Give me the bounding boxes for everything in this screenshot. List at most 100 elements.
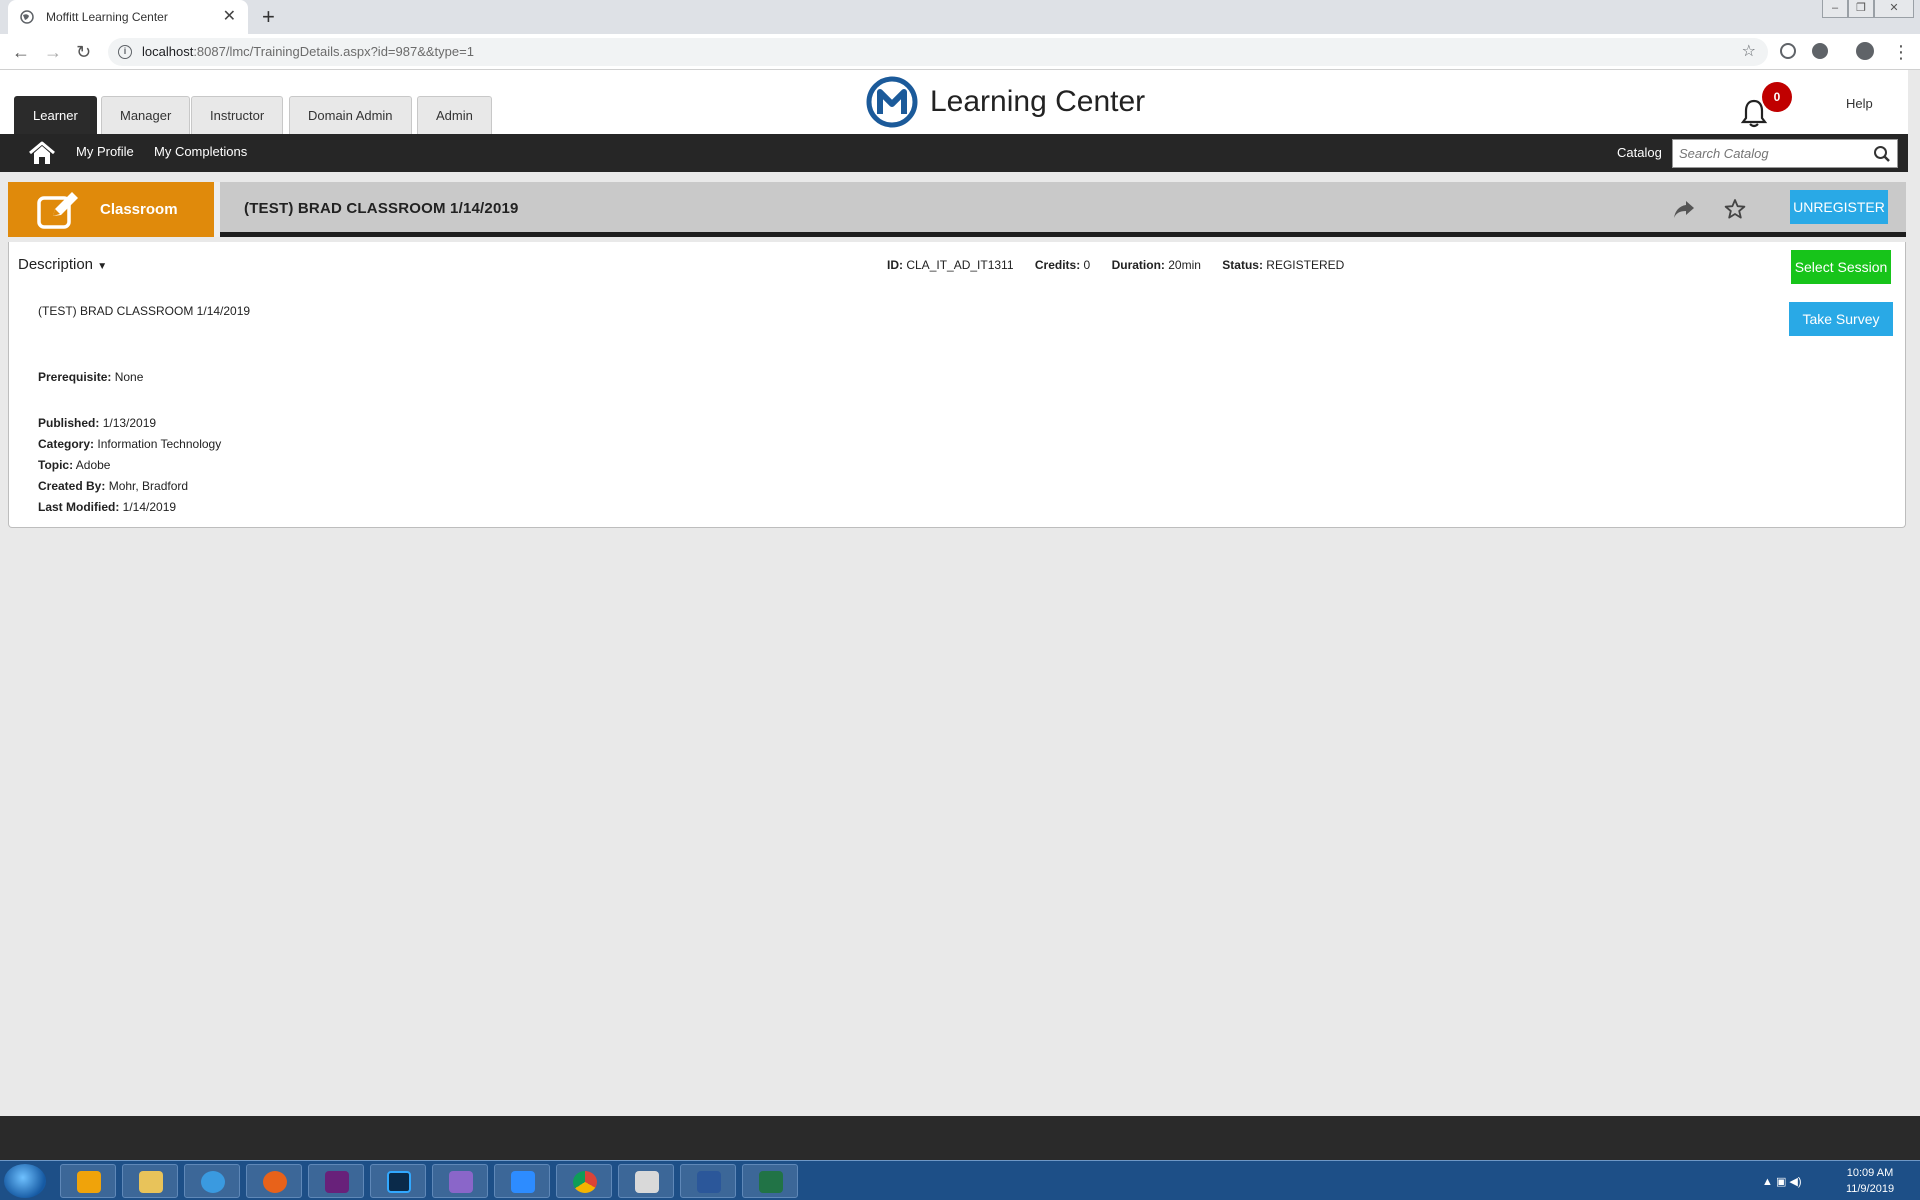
start-button[interactable] (4, 1164, 46, 1198)
edit-icon (37, 191, 78, 229)
internet-explorer-icon[interactable] (184, 1164, 240, 1198)
photoshop-icon[interactable] (370, 1164, 426, 1198)
home-icon[interactable] (28, 141, 56, 165)
status-value: REGISTERED (1266, 258, 1345, 272)
tab-learner[interactable]: Learner (14, 96, 97, 134)
visual-studio-icon[interactable] (308, 1164, 364, 1198)
extension-icon[interactable] (1780, 43, 1796, 59)
outlook-app-icon[interactable] (60, 1164, 116, 1198)
word-icon[interactable] (680, 1164, 736, 1198)
category-field-value: Information Technology (97, 437, 222, 451)
brand-name: Learning Center (930, 85, 1146, 118)
address-bar[interactable]: i localhost:8087/lmc/TrainingDetails.asp… (108, 38, 1768, 66)
prerequisite-field: Prerequisite: None (38, 370, 143, 384)
firefox-icon[interactable] (246, 1164, 302, 1198)
created-by-value: Mohr, Bradford (108, 479, 189, 493)
tab-instructor[interactable]: Instructor (191, 96, 284, 134)
bookmark-star-icon[interactable]: ☆ (1742, 38, 1756, 66)
url-path: :8087/lmc/TrainingDetails.aspx?id=987&&t… (193, 44, 474, 59)
url-host: localhost (142, 44, 194, 59)
excel-icon[interactable] (742, 1164, 798, 1198)
course-banner: Classroom (TEST) BRAD CLASSROOM 1/14/201… (8, 182, 1906, 237)
browser-toolbar: ← → ↻ i localhost:8087/lmc/TrainingDetai… (0, 34, 1920, 70)
windows-taskbar: ▲ ▣ ◀) 10:09 AM 11/9/2019 (0, 1160, 1920, 1200)
restore-icon[interactable]: ❐ (1848, 0, 1874, 18)
my-completions-link[interactable]: My Completions (154, 144, 247, 159)
close-window-icon[interactable]: ✕ (1874, 0, 1914, 18)
published-value: 1/13/2019 (102, 416, 157, 430)
last-modified-label: Last Modified: (38, 500, 120, 514)
clock[interactable]: 10:09 AM 11/9/2019 (1830, 1165, 1910, 1197)
course-details-card: Description ▼ ID: CLA_IT_AD_IT1311 Credi… (8, 242, 1906, 528)
description-toggle[interactable]: Description ▼ (18, 256, 107, 273)
last-modified-value: 1/14/2019 (122, 500, 177, 514)
credits-label: Credits: (1034, 258, 1081, 272)
help-link[interactable]: Help (1846, 96, 1873, 111)
published-label: Published: (38, 416, 100, 430)
close-tab-icon[interactable]: ✕ (223, 9, 236, 25)
clock-date: 11/9/2019 (1845, 1183, 1895, 1195)
catalog-link[interactable]: Catalog (1617, 145, 1662, 160)
minimize-icon[interactable]: – (1822, 0, 1848, 18)
search-input[interactable] (1673, 140, 1863, 167)
course-title: (TEST) BRAD CLASSROOM 1/14/2019 (244, 200, 519, 217)
topic-field: Topic: Adobe (38, 458, 110, 472)
duration-value: 20min (1168, 258, 1201, 272)
unregister-button[interactable]: UNREGISTER (1790, 190, 1888, 224)
snipping-tool-icon[interactable] (618, 1164, 674, 1198)
category-field-label: Category: (38, 437, 95, 451)
app-header: Learner Manager Instructor Domain Admin … (0, 70, 1908, 134)
browser-tab[interactable]: Moffitt Learning Center ✕ (8, 0, 248, 34)
profile-icon[interactable] (1856, 42, 1874, 60)
prerequisite-label: Prerequisite: (38, 370, 112, 384)
clock-time: 10:09 AM (1846, 1167, 1894, 1179)
my-profile-link[interactable]: My Profile (76, 144, 134, 159)
visual-studio-code-icon[interactable] (432, 1164, 488, 1198)
favorite-star-icon[interactable] (1724, 198, 1746, 220)
category-field: Category: Information Technology (38, 437, 221, 451)
credits-value: 0 (1083, 258, 1091, 272)
system-tray-icons[interactable]: ▲ ▣ ◀) (1762, 1175, 1802, 1188)
id-label: ID: (887, 258, 903, 272)
topic-value: Adobe (75, 458, 111, 472)
reload-icon[interactable]: ↻ (76, 42, 91, 62)
file-explorer-icon[interactable] (122, 1164, 178, 1198)
created-by-label: Created By: (38, 479, 106, 493)
caret-down-icon: ▼ (97, 261, 108, 272)
status-label: Status: (1222, 258, 1263, 272)
globe-icon (20, 10, 34, 24)
back-icon[interactable]: ← (12, 42, 30, 62)
tab-admin[interactable]: Admin (417, 96, 492, 134)
zoom-icon[interactable] (494, 1164, 550, 1198)
moffitt-logo-icon (866, 76, 918, 128)
course-meta: ID: CLA_IT_AD_IT1311 Credits: 0 Duration… (887, 258, 1362, 272)
course-description: (TEST) BRAD CLASSROOM 1/14/2019 (38, 304, 251, 318)
window-controls: – ❐ ✕ (1822, 0, 1914, 20)
tab-domain-admin[interactable]: Domain Admin (289, 96, 412, 134)
duration-label: Duration: (1111, 258, 1165, 272)
search-icon[interactable] (1873, 145, 1891, 163)
browser-tabstrip: Moffitt Learning Center ✕ + – ❐ ✕ (0, 0, 1920, 34)
id-value: CLA_IT_AD_IT1311 (906, 258, 1014, 272)
select-session-button[interactable]: Select Session (1791, 250, 1891, 284)
tab-manager[interactable]: Manager (101, 96, 191, 134)
prerequisite-value: None (114, 370, 144, 384)
site-info-icon[interactable]: i (118, 45, 132, 59)
notification-badge[interactable]: 0 (1762, 82, 1792, 112)
share-icon[interactable] (1672, 198, 1696, 220)
description-toggle-label: Description (18, 256, 94, 273)
new-tab-button[interactable]: + (262, 4, 275, 30)
category-label: Classroom (100, 201, 178, 218)
take-survey-button[interactable]: Take Survey (1789, 302, 1893, 336)
category-tile: Classroom (8, 182, 214, 237)
forward-icon[interactable]: → (44, 42, 62, 62)
published-field: Published: 1/13/2019 (38, 416, 156, 430)
banner-divider (214, 182, 220, 237)
brand[interactable]: Learning Center (866, 75, 1145, 129)
sub-navigation: My Profile My Completions Catalog (0, 134, 1908, 172)
topic-label: Topic: (38, 458, 74, 472)
wordpress-extension-icon[interactable] (1812, 43, 1828, 59)
chrome-icon[interactable] (556, 1164, 612, 1198)
created-by-field: Created By: Mohr, Bradford (38, 479, 188, 493)
menu-kebab-icon[interactable]: ⋮ (1892, 42, 1910, 62)
